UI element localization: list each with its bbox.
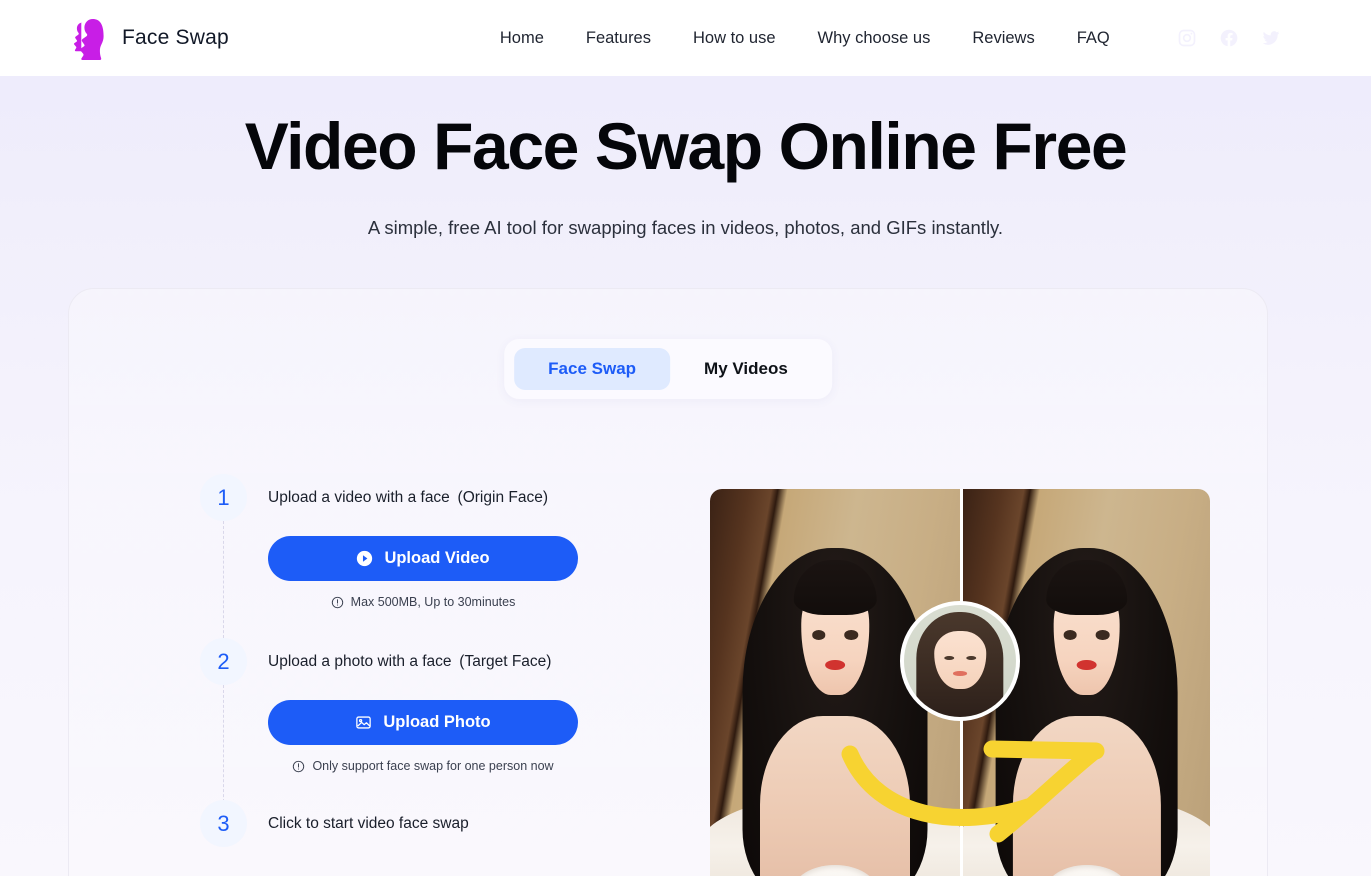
eye-left-shape [1063, 630, 1078, 640]
image-icon [355, 714, 372, 731]
body-shape [1012, 715, 1161, 876]
nav-item-reviews[interactable]: Reviews [951, 29, 1055, 48]
step-1-title: Upload a video with a face (Origin Face) [268, 489, 548, 506]
tab-my-videos[interactable]: My Videos [670, 348, 822, 390]
info-circle-icon [331, 596, 344, 609]
garment-shape [793, 864, 877, 876]
eye-right-shape [844, 630, 858, 640]
step-3: 3 Click to start video face swap [200, 800, 640, 847]
step-1-number: 1 [200, 474, 247, 521]
upload-photo-label: Upload Photo [383, 713, 491, 731]
lips-shape [1076, 659, 1097, 671]
face-swap-before-after-preview [710, 489, 1210, 876]
step-3-number: 3 [200, 800, 247, 847]
hero-section: Video Face Swap Online Free A simple, fr… [0, 76, 1371, 239]
upload-video-button[interactable]: Upload Video [268, 536, 578, 581]
face-swap-logo-icon [68, 16, 108, 61]
steps-list: 1 Upload a video with a face (Origin Fac… [200, 474, 640, 847]
upload-video-hint-text: Max 500MB, Up to 30minutes [350, 595, 516, 609]
lips-shape [824, 659, 846, 671]
inset-lips-shape [952, 671, 968, 676]
tab-bar: Face Swap My Videos [504, 339, 832, 399]
upload-photo-hint-text: Only support face swap for one person no… [312, 759, 554, 773]
page-title: Video Face Swap Online Free [244, 109, 1128, 183]
inset-eye-left-shape [944, 655, 954, 661]
step-2-title: Upload a photo with a face (Target Face) [268, 653, 552, 670]
nav-item-why-choose-us[interactable]: Why choose us [797, 29, 952, 48]
upload-video-label: Upload Video [384, 549, 490, 567]
step-1: 1 Upload a video with a face (Origin Fac… [200, 474, 640, 643]
nav-item-faq[interactable]: FAQ [1056, 29, 1131, 48]
upload-video-hint: Max 500MB, Up to 30minutes [268, 595, 578, 609]
inset-face-shape [934, 630, 986, 690]
brand-name: Face Swap [122, 26, 229, 49]
eye-left-shape [812, 630, 826, 640]
target-face-inset [900, 601, 1020, 722]
step-3-title: Click to start video face swap [268, 815, 469, 832]
nav-item-home[interactable]: Home [479, 29, 565, 48]
eye-right-shape [1095, 630, 1110, 640]
play-circle-icon [356, 550, 373, 567]
face-swap-card: Face Swap My Videos 1 Upload a video wit… [68, 288, 1268, 876]
inset-eye-right-shape [966, 655, 976, 661]
twitter-icon[interactable] [1261, 28, 1281, 48]
garment-shape [1045, 864, 1128, 876]
tab-face-swap[interactable]: Face Swap [514, 348, 671, 390]
upload-photo-button[interactable]: Upload Photo [268, 700, 578, 745]
info-circle-icon [292, 760, 305, 773]
main-navigation: Home Features How to use Why choose us R… [479, 29, 1131, 48]
body-shape [760, 715, 910, 876]
upload-photo-hint: Only support face swap for one person no… [268, 759, 578, 773]
step-connector-line [223, 685, 224, 807]
nav-item-how-to-use[interactable]: How to use [672, 29, 797, 48]
step-connector-line [223, 521, 224, 643]
site-header: Face Swap Home Features How to use Why c… [0, 0, 1371, 76]
social-links [1177, 28, 1281, 48]
nav-item-features[interactable]: Features [565, 29, 672, 48]
facebook-icon[interactable] [1219, 28, 1239, 48]
page-subtitle: A simple, free AI tool for swapping face… [367, 216, 1004, 238]
brand-logo-link[interactable]: Face Swap [68, 16, 229, 61]
instagram-icon[interactable] [1177, 28, 1197, 48]
step-2-number: 2 [200, 638, 247, 685]
step-2: 2 Upload a photo with a face (Target Fac… [200, 638, 640, 807]
